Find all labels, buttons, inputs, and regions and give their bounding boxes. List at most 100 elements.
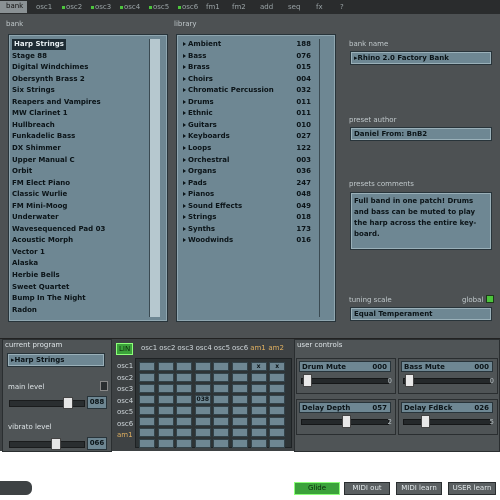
bank-list-item[interactable]: Hullbreach bbox=[12, 120, 55, 131]
matrix-cell[interactable] bbox=[157, 417, 174, 426]
matrix-column-header[interactable]: osc2 bbox=[159, 343, 175, 353]
matrix-cell[interactable] bbox=[194, 362, 211, 371]
matrix-cell[interactable] bbox=[213, 362, 230, 371]
matrix-cell[interactable] bbox=[139, 406, 155, 415]
bank-list-item[interactable]: Harp Strings bbox=[12, 39, 66, 50]
tab-seq[interactable]: seq bbox=[282, 2, 304, 13]
bank-list-item[interactable]: Alaska bbox=[12, 258, 38, 269]
matrix-cell[interactable] bbox=[194, 428, 211, 437]
bank-list-item[interactable]: Stage 88 bbox=[12, 51, 47, 62]
matrix-cell[interactable] bbox=[213, 373, 230, 382]
library-category-item[interactable]: Pads 247 bbox=[183, 178, 311, 189]
library-category-item[interactable]: Strings 018 bbox=[183, 212, 311, 223]
library-category-item[interactable]: Keyboards 027 bbox=[183, 131, 311, 142]
bank-list-item[interactable]: Orbit bbox=[12, 166, 32, 177]
midi-out-button[interactable]: MIDI out bbox=[344, 482, 390, 495]
bank-list-item[interactable]: Vector 1 bbox=[12, 247, 45, 258]
matrix-column-header[interactable]: osc1 bbox=[141, 343, 157, 353]
midi-learn-button[interactable]: MIDI learn bbox=[396, 482, 442, 495]
matrix-cell[interactable] bbox=[213, 384, 230, 393]
matrix-cell[interactable] bbox=[232, 439, 248, 448]
matrix-column-header[interactable]: osc4 bbox=[196, 343, 212, 353]
matrix-column-header[interactable]: osc6 bbox=[232, 343, 248, 353]
library-category-item[interactable]: Chromatic Percussion 032 bbox=[183, 85, 311, 96]
tab-fx[interactable]: fx bbox=[310, 2, 327, 13]
user-control-drum-mute[interactable]: Drum Mute 000 0 bbox=[296, 358, 396, 394]
bank-scrollbar[interactable] bbox=[149, 39, 160, 317]
matrix-cell[interactable] bbox=[157, 384, 174, 393]
bank-list-item[interactable]: Radon bbox=[12, 305, 37, 316]
matrix-cell[interactable] bbox=[269, 384, 286, 393]
main-level-track[interactable] bbox=[9, 400, 85, 407]
bank-name-field[interactable]: ▸Rhino 2.0 Factory Bank bbox=[350, 51, 492, 65]
library-category-item[interactable]: Guitars 010 bbox=[183, 120, 311, 131]
bank-list-item[interactable]: Wavesequenced Pad 03 bbox=[12, 224, 105, 235]
matrix-cell[interactable] bbox=[250, 439, 267, 448]
library-category-item[interactable]: Orchestral 003 bbox=[183, 155, 311, 166]
tab-osc1[interactable]: osc1 bbox=[30, 2, 56, 13]
matrix-cell[interactable] bbox=[157, 406, 174, 415]
tab-add[interactable]: add bbox=[254, 2, 277, 13]
tab-osc6[interactable]: osc6 bbox=[172, 2, 202, 13]
library-scrollbar[interactable] bbox=[319, 39, 330, 317]
library-category-item[interactable]: Pianos 048 bbox=[183, 189, 311, 200]
tab-fm1[interactable]: fm1 bbox=[200, 2, 224, 13]
matrix-cell[interactable] bbox=[269, 417, 286, 426]
matrix-cell[interactable] bbox=[176, 395, 193, 404]
matrix-cell[interactable] bbox=[232, 428, 248, 437]
matrix-cell[interactable] bbox=[176, 373, 193, 382]
user-control-knob[interactable] bbox=[342, 415, 351, 428]
matrix-cell[interactable] bbox=[269, 428, 286, 437]
matrix-cell[interactable] bbox=[139, 395, 155, 404]
matrix-cell[interactable] bbox=[232, 395, 248, 404]
matrix-cell[interactable] bbox=[194, 439, 211, 448]
bank-list-item[interactable]: MW Clarinet 1 bbox=[12, 108, 68, 119]
vibrato-level-knob[interactable] bbox=[51, 438, 61, 450]
matrix-cell[interactable]: x bbox=[250, 362, 267, 371]
matrix-cell[interactable] bbox=[250, 395, 267, 404]
tab-bank[interactable]: bank bbox=[0, 1, 28, 13]
matrix-cell[interactable] bbox=[213, 428, 230, 437]
lin-toggle[interactable]: LIN bbox=[116, 343, 134, 355]
matrix-cell[interactable] bbox=[213, 439, 230, 448]
tab-osc3[interactable]: osc3 bbox=[85, 2, 115, 13]
matrix-cell[interactable] bbox=[157, 439, 174, 448]
glide-button[interactable]: Glide bbox=[294, 482, 340, 495]
bank-list-item[interactable]: Obersynth Brass 2 bbox=[12, 74, 85, 85]
user-control-knob[interactable] bbox=[405, 374, 414, 387]
library-category-item[interactable]: Ethnic 011 bbox=[183, 108, 311, 119]
matrix-cell[interactable] bbox=[250, 417, 267, 426]
bank-list-item[interactable]: Digital Windchimes bbox=[12, 62, 88, 73]
main-level-knob[interactable] bbox=[63, 397, 73, 409]
bank-list-item[interactable]: Sweet Quartet bbox=[12, 282, 69, 293]
matrix-cell[interactable] bbox=[157, 373, 174, 382]
bank-list-item[interactable]: Upper Manual C bbox=[12, 155, 75, 166]
matrix-cell[interactable] bbox=[139, 439, 155, 448]
tab-osc2[interactable]: osc2 bbox=[56, 2, 86, 13]
bank-list-item[interactable]: FM Elect Piano bbox=[12, 178, 70, 189]
preset-author-field[interactable]: Daniel From: BnB2 bbox=[350, 127, 492, 141]
tab-osc5[interactable]: osc5 bbox=[143, 2, 173, 13]
matrix-cell[interactable] bbox=[213, 417, 230, 426]
vibrato-level-track[interactable] bbox=[9, 441, 85, 448]
presets-comments-field[interactable]: Full band in one patch! Drums and bass c… bbox=[350, 192, 492, 250]
matrix-cell[interactable] bbox=[232, 406, 248, 415]
matrix-cell[interactable] bbox=[250, 384, 267, 393]
matrix-cell[interactable] bbox=[232, 384, 248, 393]
matrix-cell[interactable] bbox=[139, 428, 155, 437]
current-program-field[interactable]: ▸Harp Strings bbox=[7, 353, 105, 367]
user-control-track[interactable] bbox=[301, 378, 389, 384]
bank-list-item[interactable]: Acoustic Morph bbox=[12, 235, 73, 246]
matrix-cell[interactable] bbox=[194, 373, 211, 382]
matrix-cell[interactable] bbox=[250, 428, 267, 437]
tab-osc4[interactable]: osc4 bbox=[114, 2, 144, 13]
matrix-cell[interactable] bbox=[232, 417, 248, 426]
global-toggle[interactable] bbox=[486, 295, 494, 303]
library-category-item[interactable]: Choirs 004 bbox=[183, 74, 311, 85]
tab-fm2[interactable]: fm2 bbox=[226, 2, 250, 13]
keyboard-handle[interactable] bbox=[0, 481, 32, 495]
matrix-cell[interactable] bbox=[213, 406, 230, 415]
matrix-cell[interactable] bbox=[250, 373, 267, 382]
matrix-cell[interactable] bbox=[139, 362, 155, 371]
library-category-item[interactable]: Organs 036 bbox=[183, 166, 311, 177]
